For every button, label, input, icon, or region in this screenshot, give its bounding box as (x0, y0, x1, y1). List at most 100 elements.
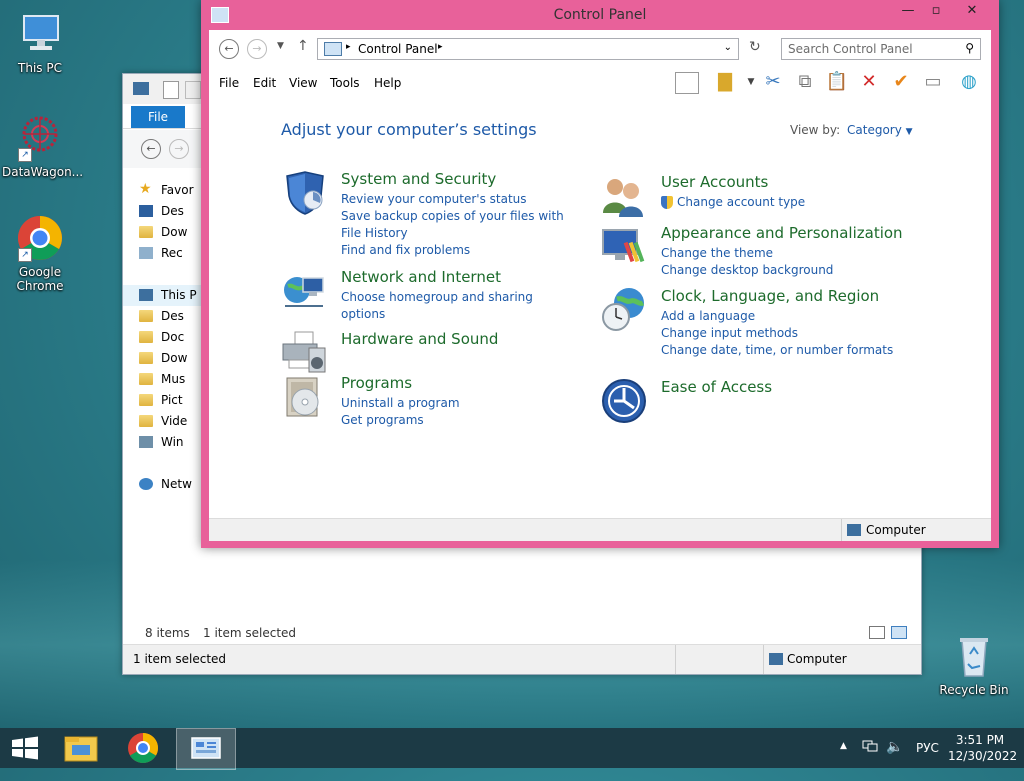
close-button[interactable]: ✕ (957, 0, 987, 22)
link-change-account-type[interactable]: Change account type (661, 194, 896, 211)
folder-icon (139, 394, 153, 406)
control-panel-status-bar: Computer (209, 518, 991, 541)
tree-item-recent[interactable]: Rec (123, 243, 203, 264)
recent-locations-icon[interactable]: ▼ (277, 41, 284, 51)
computer-icon (769, 653, 783, 665)
up-icon[interactable]: ↑ (297, 38, 309, 54)
desktop-icon-this-pc[interactable]: This PC (2, 10, 78, 75)
tree-item-desktop[interactable]: Des (123, 201, 203, 222)
category-title[interactable]: Hardware and Sound (341, 330, 498, 348)
link-homegroup-sharing[interactable]: Choose homegroup and sharing options (341, 289, 576, 323)
address-bar[interactable]: ▸ Control Panel ▸ ⌄ (317, 38, 739, 60)
category-title[interactable]: User Accounts (661, 173, 768, 191)
control-panel-title-bar[interactable]: Control Panel — ▫ ✕ (201, 0, 999, 30)
folder-icon (139, 373, 153, 385)
explorer-file-tab[interactable]: File (131, 106, 185, 128)
breadcrumb-arrow-icon[interactable]: ▸ (438, 42, 443, 52)
link-get-programs[interactable]: Get programs (341, 412, 576, 429)
link-change-desktop-background[interactable]: Change desktop background (661, 262, 896, 279)
folder-options-icon[interactable]: ▇ (713, 70, 737, 94)
link-change-date-time-formats[interactable]: Change date, time, or number formats (661, 342, 896, 359)
category-title[interactable]: Clock, Language, and Region (661, 287, 879, 305)
back-icon[interactable]: ← (141, 139, 161, 159)
properties-icon[interactable]: ▭ (921, 70, 945, 94)
folder-icon (139, 331, 153, 343)
search-placeholder: Search Control Panel (788, 42, 913, 56)
explorer-navigation-tree: ★ Favor Des Dow Rec This P Des Doc Dow M… (123, 170, 241, 495)
category-title[interactable]: Programs (341, 374, 412, 392)
minimize-button[interactable]: — (893, 0, 923, 22)
category-title[interactable]: Network and Internet (341, 268, 501, 286)
menu-view[interactable]: View (289, 76, 317, 90)
tree-item-pictures[interactable]: Pict (123, 390, 203, 411)
desktop-icon-datawagon[interactable]: ↗ DataWagon... (2, 114, 83, 179)
tree-item-desktop-2[interactable]: Des (123, 306, 203, 327)
forward-icon[interactable]: → (247, 39, 267, 59)
taskbar-control-panel[interactable] (176, 728, 236, 770)
search-box[interactable]: Search Control Panel ⚲ (781, 38, 981, 60)
menu-help[interactable]: Help (374, 76, 401, 90)
link-file-history[interactable]: Save backup copies of your files with Fi… (341, 208, 576, 242)
checkmark-icon[interactable]: ✔ (889, 70, 913, 94)
category-title[interactable]: Appearance and Personalization (661, 224, 903, 242)
forward-icon[interactable]: → (169, 139, 189, 159)
large-icons-view-icon[interactable] (891, 626, 907, 639)
status-location: Computer (787, 652, 847, 666)
breadcrumb-arrow-icon[interactable]: ▸ (346, 42, 351, 52)
network-globe-icon (281, 268, 327, 314)
tree-item-label: Dow (161, 225, 188, 239)
desktop-icon-google-chrome[interactable]: ↗ Google Chrome (2, 214, 78, 293)
tree-item-favorites[interactable]: ★ Favor (123, 180, 203, 201)
network-status-icon[interactable] (862, 740, 878, 754)
cut-icon[interactable]: ✂ (761, 70, 785, 94)
tree-item-documents[interactable]: Doc (123, 327, 203, 348)
downloads-folder-icon (139, 226, 153, 238)
control-panel-window[interactable]: Control Panel — ▫ ✕ ← → ▼ ↑ ▸ Control Pa… (201, 0, 999, 548)
tree-item-windows-drive[interactable]: Win (123, 432, 203, 453)
details-view-icon[interactable] (869, 626, 885, 639)
back-icon[interactable]: ← (219, 39, 239, 59)
link-change-input-methods[interactable]: Change input methods (661, 325, 896, 342)
address-dropdown-icon[interactable]: ⌄ (724, 42, 732, 53)
tree-item-videos[interactable]: Vide (123, 411, 203, 432)
desktop-icon-recycle-bin[interactable]: Recycle Bin (936, 632, 1012, 697)
taskbar-google-chrome[interactable] (114, 728, 172, 768)
layout-pane-icon[interactable] (675, 72, 699, 94)
tree-item-music[interactable]: Mus (123, 369, 203, 390)
desktop-icon-label: Recycle Bin (939, 683, 1009, 697)
search-icon[interactable]: ⚲ (965, 41, 974, 55)
start-button[interactable] (0, 728, 50, 768)
view-by-dropdown[interactable]: Category ▼ (847, 123, 913, 137)
paste-icon[interactable]: 📋 (825, 70, 849, 94)
link-find-fix-problems[interactable]: Find and fix problems (341, 242, 576, 259)
breadcrumb-control-panel[interactable]: Control Panel (358, 42, 438, 56)
language-indicator[interactable]: РУС (916, 741, 939, 781)
clock[interactable]: 3:51 PM 12/30/2022 (948, 733, 1017, 773)
ease-of-access-icon (601, 378, 647, 424)
tree-item-downloads-2[interactable]: Dow (123, 348, 203, 369)
globe-icon[interactable]: ◍ (957, 70, 981, 94)
menu-file[interactable]: File (219, 76, 239, 90)
refresh-icon[interactable]: ↻ (749, 39, 761, 55)
show-hidden-icons-icon[interactable]: ▲ (840, 741, 847, 755)
volume-icon[interactable]: 🔈 (886, 739, 903, 779)
menu-edit[interactable]: Edit (253, 76, 276, 90)
properties-icon[interactable] (163, 81, 179, 99)
network-icon (139, 478, 153, 490)
maximize-button[interactable]: ▫ (921, 0, 951, 22)
category-title[interactable]: System and Security (341, 170, 496, 188)
link-add-language[interactable]: Add a language (661, 308, 896, 325)
category-title[interactable]: Ease of Access (661, 378, 772, 396)
tree-item-downloads[interactable]: Dow (123, 222, 203, 243)
link-change-theme[interactable]: Change the theme (661, 245, 896, 262)
datawagon-icon: ↗ (16, 114, 64, 162)
delete-icon[interactable]: ✕ (857, 70, 881, 94)
taskbar-file-explorer[interactable] (52, 728, 110, 768)
copy-icon[interactable]: ⧉ (793, 70, 817, 94)
link-review-status[interactable]: Review your computer's status (341, 191, 576, 208)
folder-options-dropdown-icon[interactable]: ▼ (739, 70, 763, 94)
link-uninstall-program[interactable]: Uninstall a program (341, 395, 576, 412)
menu-tools[interactable]: Tools (330, 76, 360, 90)
tree-item-network[interactable]: Netw (123, 474, 203, 495)
new-folder-icon[interactable] (185, 81, 201, 99)
